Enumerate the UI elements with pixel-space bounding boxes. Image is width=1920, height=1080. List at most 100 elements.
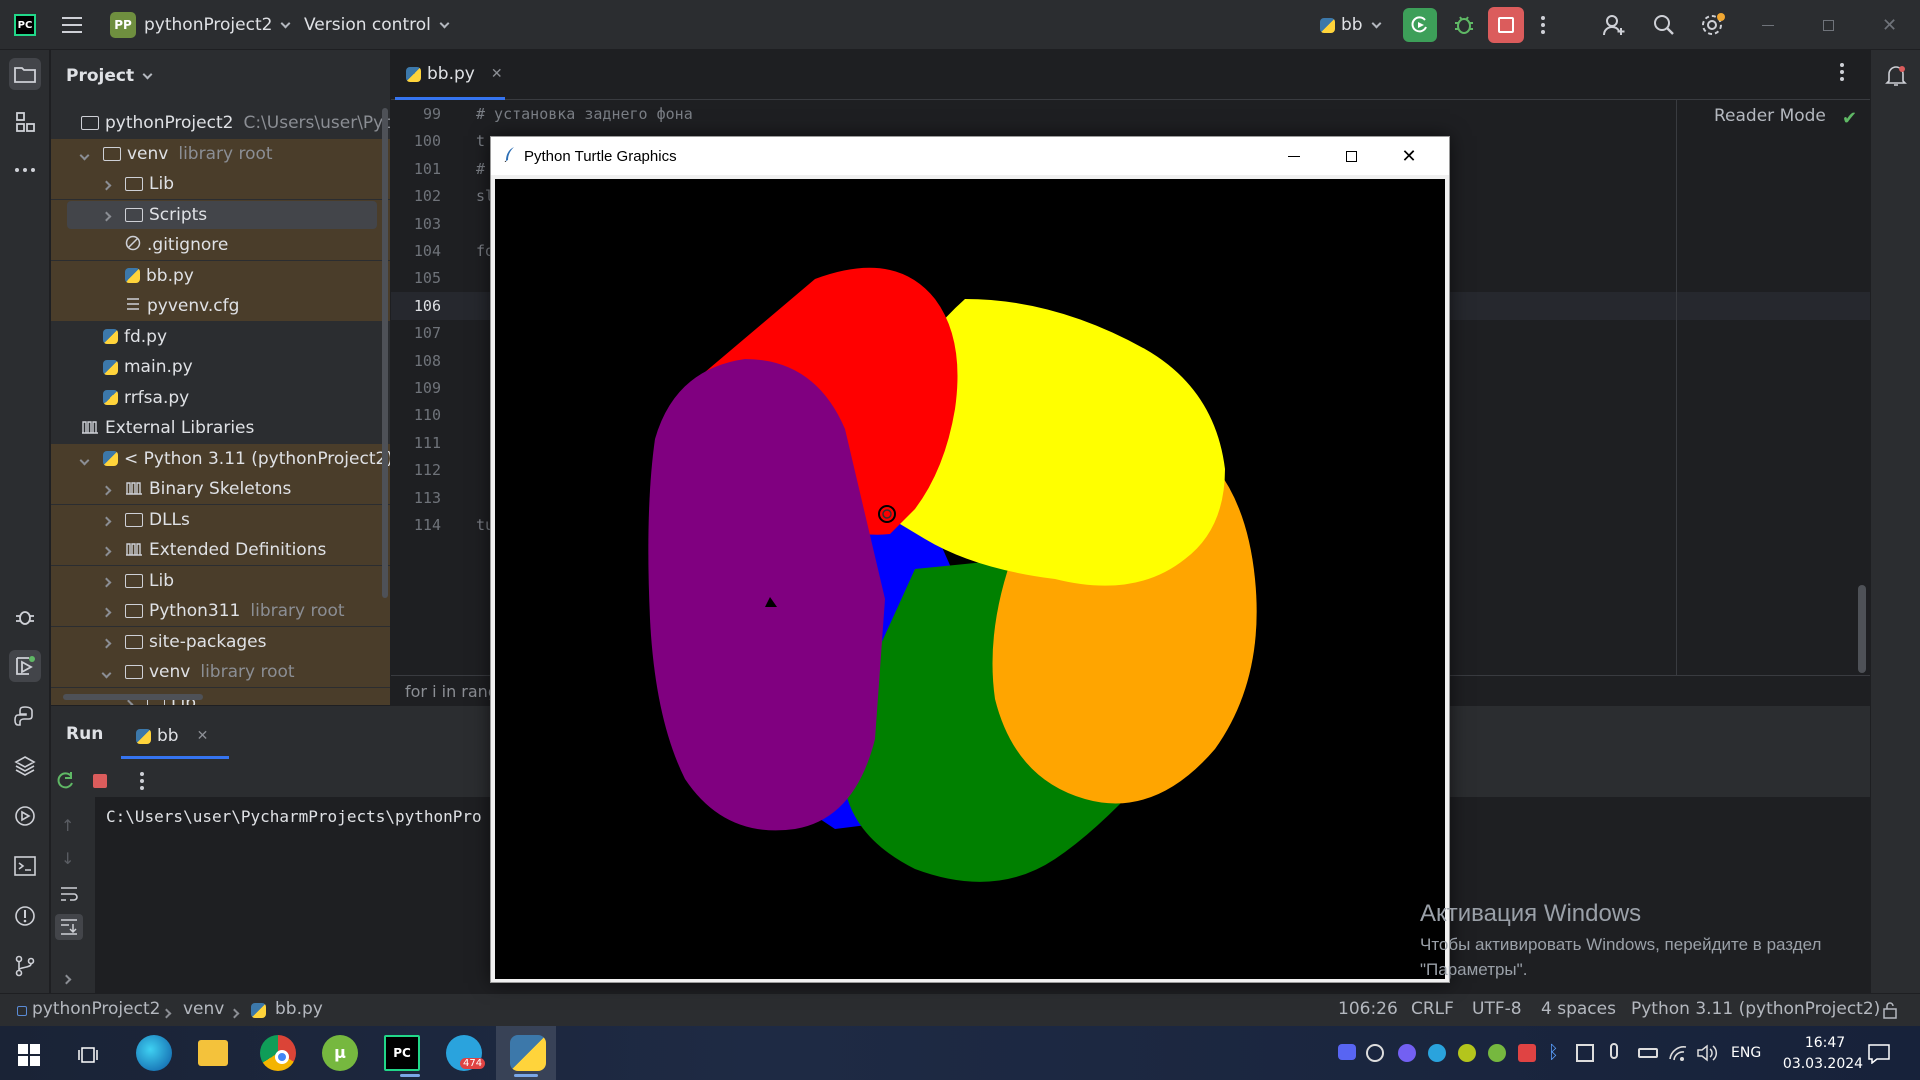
edge-browser-icon[interactable] [136, 1035, 172, 1071]
chevron-right-icon[interactable] [101, 479, 125, 499]
notification-center-button[interactable] [1868, 1044, 1890, 1068]
chevron-right-icon[interactable] [101, 601, 125, 621]
turtle-title-bar[interactable]: Python Turtle Graphics ✕ [491, 137, 1449, 175]
viber-tray-icon[interactable] [1398, 1044, 1416, 1062]
structure-tool-button[interactable] [9, 106, 41, 138]
soft-wrap-button[interactable] [60, 886, 78, 906]
more-tools-button[interactable] [9, 154, 41, 186]
chevron-down-icon[interactable] [101, 662, 125, 682]
utorrent-tray-icon[interactable] [1488, 1044, 1506, 1062]
wifi-icon[interactable] [1668, 1044, 1688, 1066]
tree-item[interactable]: venv library root [51, 657, 390, 687]
python-packages-button[interactable] [9, 700, 41, 732]
tree-item[interactable]: bb.py [51, 260, 390, 291]
tree-item[interactable]: pythonProject2 C:\Users\user\Pychar [51, 108, 390, 138]
run-config-selector[interactable]: bb [1320, 0, 1382, 50]
discord-tray-icon[interactable] [1338, 1044, 1356, 1060]
chevron-down-icon[interactable] [79, 144, 103, 164]
tree-item[interactable]: main.py [51, 352, 390, 382]
caret-position[interactable]: 106:26 [1338, 999, 1398, 1019]
tree-item[interactable]: Python311 library root [51, 596, 390, 626]
notifications-button[interactable] [1880, 60, 1912, 92]
anydesk-tray-icon[interactable] [1518, 1044, 1536, 1062]
turtle-minimize-button[interactable] [1265, 137, 1323, 175]
project-tool-button[interactable] [9, 58, 41, 90]
pycharm-taskbar-icon[interactable]: PC [384, 1035, 420, 1071]
close-tab-icon[interactable]: ✕ [491, 66, 503, 82]
bluetooth-icon[interactable]: ᛒ [1548, 1042, 1559, 1063]
windows-start-button[interactable] [18, 1044, 40, 1070]
run-tool-button[interactable] [9, 650, 41, 682]
settings-button[interactable] [1700, 0, 1726, 50]
maximize-window-button[interactable] [1823, 0, 1834, 50]
problems-tool-button[interactable] [9, 900, 41, 932]
tree-item[interactable]: Extended Definitions [51, 535, 390, 565]
debug-tool-button[interactable] [9, 601, 41, 633]
tree-item[interactable]: site-packages [51, 626, 390, 657]
project-panel-header[interactable]: Project [66, 50, 153, 102]
lock-icon[interactable] [1882, 1001, 1898, 1024]
tab-bb-py[interactable]: bb.py ✕ [406, 50, 503, 98]
volume-icon[interactable] [1696, 1044, 1718, 1066]
tree-item[interactable]: Lib [51, 565, 390, 596]
line-separator[interactable]: CRLF [1411, 999, 1454, 1019]
status-crumb-venv[interactable]: venv [183, 999, 224, 1019]
file-encoding[interactable]: UTF-8 [1472, 999, 1522, 1019]
pycharm-logo[interactable]: PC [14, 0, 36, 50]
chevron-down-icon[interactable] [79, 449, 103, 469]
code-with-me-button[interactable] [1602, 0, 1626, 50]
indent-setting[interactable]: 4 spaces [1541, 999, 1616, 1019]
tree-scrollbar[interactable] [382, 108, 388, 598]
layers-tool-button[interactable] [9, 750, 41, 782]
terminal-tool-button[interactable] [9, 850, 41, 882]
telegram-tray-icon[interactable] [1428, 1044, 1446, 1062]
file-explorer-icon[interactable] [198, 1040, 228, 1066]
turtle-maximize-button[interactable] [1322, 137, 1380, 175]
chevron-right-icon[interactable] [101, 174, 125, 194]
turtle-graphics-window[interactable]: Python Turtle Graphics ✕ [490, 136, 1450, 983]
clock-time[interactable]: 16:47 [1790, 1035, 1860, 1051]
rerun-run-button[interactable] [57, 772, 75, 794]
scroll-up-icon[interactable]: ↑ [61, 816, 74, 835]
editor-more-button[interactable] [1839, 62, 1845, 86]
turtle-close-button[interactable]: ✕ [1380, 137, 1438, 175]
tree-item[interactable]: .gitignore [51, 230, 390, 260]
security-tray-icon[interactable] [1576, 1044, 1594, 1062]
chevron-right-icon[interactable] [101, 571, 125, 591]
project-selector[interactable]: PP pythonProject2 [110, 0, 291, 50]
version-control-menu[interactable]: Version control [304, 0, 450, 50]
close-window-button[interactable]: ✕ [1882, 0, 1897, 50]
tree-horizontal-scrollbar[interactable] [63, 694, 203, 700]
inspection-ok-icon[interactable]: ✔ [1842, 108, 1857, 129]
reader-mode-toggle[interactable]: Reader Mode [1714, 106, 1826, 126]
tree-item[interactable]: DLLs [51, 504, 390, 535]
services-tool-button[interactable] [9, 800, 41, 832]
tree-item[interactable]: Scripts [51, 199, 390, 230]
tree-item[interactable]: Lib [51, 169, 390, 199]
scroll-to-end-button[interactable] [55, 914, 83, 940]
breadcrumb-scope[interactable]: for i in rang [405, 682, 498, 701]
minimize-window-button[interactable] [1762, 0, 1774, 50]
chevron-right-icon[interactable] [101, 205, 125, 225]
debug-button[interactable] [1452, 0, 1476, 50]
app-tray-icon[interactable] [1458, 1044, 1476, 1062]
scroll-down-icon[interactable]: ↓ [61, 849, 74, 868]
python-interpreter[interactable]: Python 3.11 (pythonProject2) [1631, 999, 1880, 1019]
tree-item[interactable]: Binary Skeletons [51, 474, 390, 504]
steam-tray-icon[interactable] [1366, 1044, 1384, 1062]
microphone-icon[interactable] [1610, 1043, 1618, 1059]
input-language[interactable]: ENG [1731, 1045, 1761, 1061]
stop-button[interactable] [1488, 0, 1524, 50]
editor-scrollbar[interactable] [1858, 585, 1866, 673]
status-crumb-file[interactable]: bb.py [275, 999, 323, 1019]
turtle-canvas[interactable] [495, 179, 1445, 979]
rerun-button[interactable] [1403, 0, 1437, 50]
battery-icon[interactable] [1638, 1048, 1658, 1058]
tree-item[interactable]: venv library root [51, 138, 390, 169]
expand-more-icon[interactable] [61, 968, 72, 987]
run-more-button[interactable] [139, 772, 145, 794]
tree-item[interactable]: rrfsa.py [51, 383, 390, 413]
chevron-right-icon[interactable] [101, 632, 125, 652]
tree-item[interactable]: pyvenv.cfg [51, 291, 390, 321]
tree-item[interactable]: fd.py [51, 322, 390, 352]
